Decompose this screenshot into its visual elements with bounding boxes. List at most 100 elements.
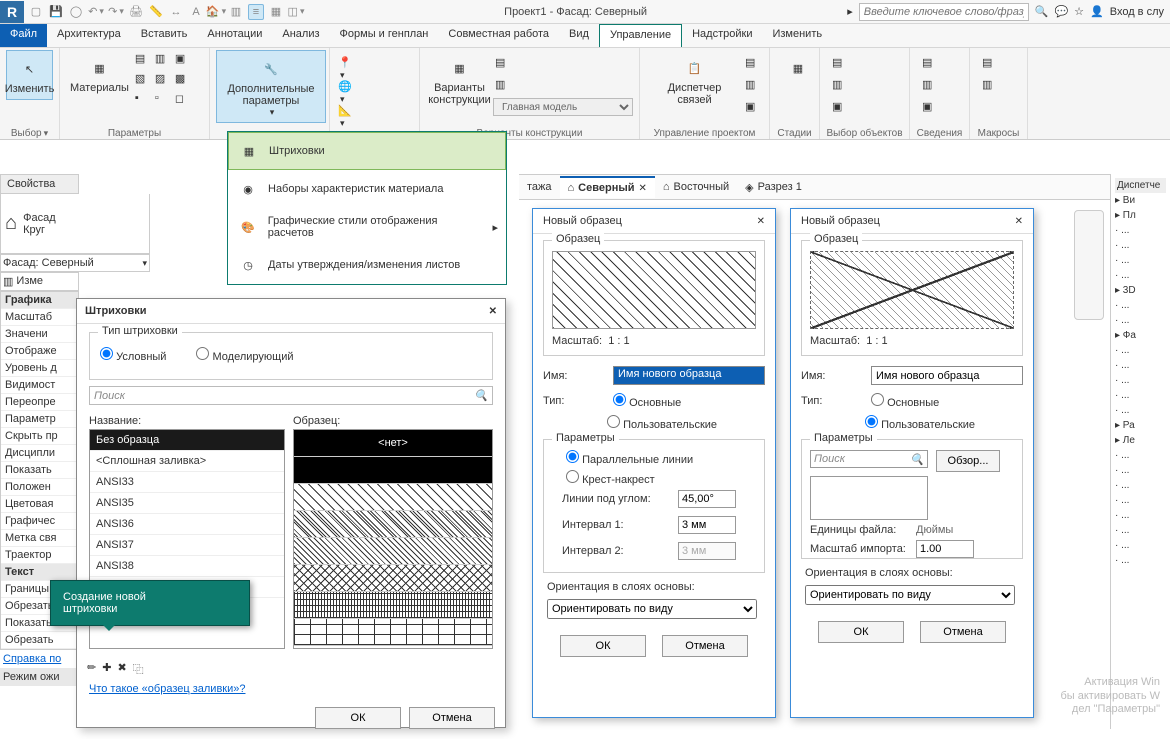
sel-save-icon[interactable]: ▤: [832, 56, 848, 72]
browse-button[interactable]: Обзор...: [936, 450, 1000, 472]
tab-addins[interactable]: Надстройки: [682, 24, 762, 47]
cancel-button[interactable]: Отмена: [662, 635, 748, 657]
tab-architecture[interactable]: Архитектура: [47, 24, 131, 47]
property-row[interactable]: Траектор: [1, 547, 78, 564]
angle-input[interactable]: [678, 490, 736, 508]
property-row[interactable]: Видимост: [1, 377, 78, 394]
import-scale-input[interactable]: [916, 540, 974, 558]
tab-analysis[interactable]: Анализ: [272, 24, 329, 47]
type-basic-radio[interactable]: Основные: [613, 393, 681, 409]
cancel-button[interactable]: Отмена: [409, 707, 495, 729]
list-item[interactable]: Без образца: [90, 430, 284, 451]
radio-drafting[interactable]: Условный: [100, 347, 166, 363]
print-icon[interactable]: 🖨: [128, 4, 144, 20]
pattern-search-input[interactable]: Поиск 🔍: [89, 386, 493, 405]
browser-item[interactable]: · ...: [1115, 268, 1166, 283]
name-input[interactable]: Имя нового образца: [613, 366, 765, 385]
list-item[interactable]: <Сплошная заливка>: [90, 451, 284, 472]
manage-links-button[interactable]: 📋 Диспетчер связей: [646, 50, 743, 118]
project-info-icon[interactable]: ▣: [175, 52, 191, 68]
navigation-bar[interactable]: [1074, 210, 1104, 320]
property-row[interactable]: Положен: [1, 479, 78, 496]
view-tab-north[interactable]: ⌂ Северный: [560, 176, 655, 198]
ok-button[interactable]: ОК: [315, 707, 401, 729]
additional-params-button[interactable]: 🔧 Дополнительные параметры: [216, 50, 326, 123]
property-row[interactable]: Обрезать: [1, 632, 78, 649]
keyword-search-input[interactable]: [859, 3, 1029, 21]
browser-item[interactable]: · ...: [1115, 343, 1166, 358]
view-tab-east[interactable]: ⌂ Восточный: [655, 177, 737, 197]
browser-item[interactable]: ▸ Ле: [1115, 433, 1166, 448]
tab-file[interactable]: Файл: [0, 24, 47, 47]
browser-item[interactable]: · ...: [1115, 313, 1166, 328]
close-hidden-icon[interactable]: ▦: [268, 4, 284, 20]
infocenter-icon[interactable]: 🔍: [1035, 5, 1049, 18]
view-tab-plan[interactable]: тажа: [519, 177, 560, 197]
property-row[interactable]: Масштаб: [1, 309, 78, 326]
property-row[interactable]: Графичес: [1, 513, 78, 530]
list-item[interactable]: ANSI37: [90, 535, 284, 556]
browser-item[interactable]: · ...: [1115, 463, 1166, 478]
browser-item[interactable]: · ...: [1115, 403, 1166, 418]
save-icon[interactable]: 💾: [48, 4, 64, 20]
measure-icon[interactable]: 📏: [148, 4, 164, 20]
list-item[interactable]: ANSI36: [90, 514, 284, 535]
3d-view-icon[interactable]: 🏠: [208, 4, 224, 20]
list-item[interactable]: ANSI35: [90, 493, 284, 514]
browser-item[interactable]: · ...: [1115, 478, 1166, 493]
sel-edit-icon[interactable]: ▣: [832, 100, 848, 116]
new-pattern-icon[interactable]: ✚: [102, 661, 111, 677]
browser-item[interactable]: · ...: [1115, 523, 1166, 538]
sel-load-icon[interactable]: ▥: [832, 78, 848, 94]
close-icon[interactable]: [1015, 215, 1023, 227]
list-item[interactable]: ANSI38: [90, 556, 284, 577]
type-custom-radio[interactable]: Пользовательские: [865, 415, 1023, 431]
properties-type-selector[interactable]: ⌂ Фасад Круг: [0, 194, 150, 254]
list-item[interactable]: ANSI33: [90, 472, 284, 493]
materials-button[interactable]: ▦ Материалы: [66, 50, 133, 110]
browser-item[interactable]: · ...: [1115, 358, 1166, 373]
browser-item[interactable]: ▸ Ра: [1115, 418, 1166, 433]
open-icon[interactable]: ▢: [28, 4, 44, 20]
object-styles-icon[interactable]: ▤: [135, 52, 151, 68]
property-row[interactable]: Переопре: [1, 394, 78, 411]
browser-item[interactable]: · ...: [1115, 238, 1166, 253]
dropdown-item-material-assets[interactable]: ◉ Наборы характеристик материала: [228, 170, 506, 208]
position-icon[interactable]: 📐: [338, 104, 354, 120]
pattern-file-list[interactable]: [810, 476, 928, 520]
browser-item[interactable]: · ...: [1115, 553, 1166, 568]
add-to-set-icon[interactable]: ▤: [495, 56, 511, 72]
sign-in-link[interactable]: Вход в слу: [1110, 6, 1164, 18]
pattern-file-search[interactable]: Поиск🔍: [810, 450, 928, 468]
project-units-icon[interactable]: ▩: [175, 72, 191, 88]
browser-item[interactable]: ▸ Пл: [1115, 208, 1166, 223]
starting-view-icon[interactable]: ▣: [745, 100, 761, 116]
cross-radio[interactable]: Крест-накрест: [566, 470, 655, 486]
interval1-input[interactable]: [678, 516, 736, 534]
select-by-id-icon[interactable]: ▥: [922, 78, 938, 94]
dropdown-item-hatch[interactable]: ▦ Штриховки: [228, 132, 506, 170]
switch-windows-icon[interactable]: ◫: [288, 4, 304, 20]
star-icon[interactable]: ☆: [1074, 5, 1084, 18]
browser-item[interactable]: · ...: [1115, 493, 1166, 508]
property-row[interactable]: Уровень д: [1, 360, 78, 377]
properties-instance-selector[interactable]: Фасад: Северный: [0, 254, 150, 272]
dim-icon[interactable]: ↔: [168, 4, 184, 20]
tab-modify[interactable]: Изменить: [762, 24, 832, 47]
design-options-button[interactable]: ▦ Варианты конструкции: [426, 50, 493, 110]
browser-item[interactable]: · ...: [1115, 373, 1166, 388]
property-row[interactable]: Показать: [1, 462, 78, 479]
dropdown-item-sheet-issues[interactable]: ◷ Даты утверждения/изменения листов: [228, 246, 506, 284]
thin-lines-icon[interactable]: ≡: [248, 4, 264, 20]
transfer-standards-icon[interactable]: ▨: [155, 72, 171, 88]
orientation-select[interactable]: Ориентировать по виду: [547, 599, 757, 619]
type-basic-radio[interactable]: Основные: [871, 393, 939, 409]
property-row[interactable]: Параметр: [1, 411, 78, 428]
property-row[interactable]: Значени: [1, 326, 78, 343]
browser-item[interactable]: · ...: [1115, 388, 1166, 403]
tab-manage[interactable]: Управление: [599, 24, 682, 47]
cancel-button[interactable]: Отмена: [920, 621, 1006, 643]
location-icon[interactable]: 📍: [338, 56, 354, 72]
text-icon[interactable]: A: [188, 4, 204, 20]
orientation-select[interactable]: Ориентировать по виду: [805, 585, 1015, 605]
